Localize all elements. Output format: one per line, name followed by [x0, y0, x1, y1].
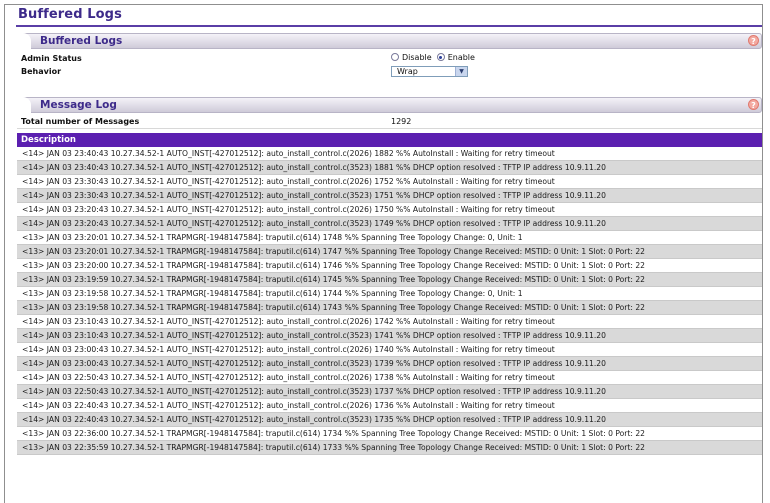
disable-radio[interactable] [391, 53, 399, 61]
buffered-logs-header: Buffered Logs ? [17, 33, 762, 49]
admin-status-label: Admin Status [21, 54, 82, 63]
log-row: <14> JAN 03 22:40:43 10.27.34.52-1 AUTO_… [17, 413, 762, 427]
chevron-down-icon[interactable]: ▼ [455, 67, 467, 76]
log-row: <14> JAN 03 23:10:43 10.27.34.52-1 AUTO_… [17, 315, 762, 329]
log-row: <14> JAN 03 23:20:43 10.27.34.52-1 AUTO_… [17, 217, 762, 231]
log-row: <13> JAN 03 23:20:01 10.27.34.52-1 TRAPM… [17, 245, 762, 259]
log-row: <13> JAN 03 22:35:59 10.27.34.52-1 TRAPM… [17, 441, 762, 455]
log-row: <14> JAN 03 23:00:43 10.27.34.52-1 AUTO_… [17, 357, 762, 371]
enable-radio-label: Enable [447, 53, 475, 62]
log-row: <14> JAN 03 22:40:43 10.27.34.52-1 AUTO_… [17, 399, 762, 413]
log-row: <14> JAN 03 23:10:43 10.27.34.52-1 AUTO_… [17, 329, 762, 343]
log-row: <14> JAN 03 23:30:43 10.27.34.52-1 AUTO_… [17, 175, 762, 189]
disable-radio-label: Disable [402, 53, 432, 62]
description-column-header: Description [17, 133, 762, 147]
title-rule [16, 25, 762, 27]
log-row: <14> JAN 03 22:50:43 10.27.34.52-1 AUTO_… [17, 371, 762, 385]
log-row: <14> JAN 03 23:00:43 10.27.34.52-1 AUTO_… [17, 343, 762, 357]
behavior-row: Behavior Wrap ▼ [17, 65, 762, 78]
admin-status-row: Admin Status Disable Enable [17, 52, 762, 65]
log-row: <14> JAN 03 23:40:43 10.27.34.52-1 AUTO_… [17, 161, 762, 175]
buffered-logs-section: Buffered Logs ? Admin Status Disable Enab… [17, 33, 762, 78]
behavior-select-value: Wrap [397, 67, 418, 76]
total-messages-label: Total number of Messages [21, 117, 140, 126]
log-row: <13> JAN 03 23:20:01 10.27.34.52-1 TRAPM… [17, 231, 762, 245]
log-list: <14> JAN 03 23:40:43 10.27.34.52-1 AUTO_… [17, 147, 762, 455]
page-title: Buffered Logs [18, 7, 122, 22]
help-icon[interactable]: ? [748, 35, 759, 46]
log-row: <13> JAN 03 23:20:00 10.27.34.52-1 TRAPM… [17, 259, 762, 273]
help-icon[interactable]: ? [748, 99, 759, 110]
buffered-logs-header-label: Buffered Logs [40, 35, 123, 47]
total-messages-row: Total number of Messages 1292 [17, 114, 762, 129]
message-log-section: Message Log ? Total number of Messages 1… [17, 97, 762, 455]
log-row: <14> JAN 03 22:50:43 10.27.34.52-1 AUTO_… [17, 385, 762, 399]
enable-radio[interactable] [436, 53, 445, 61]
behavior-label: Behavior [21, 67, 62, 76]
behavior-select[interactable]: Wrap ▼ [391, 66, 468, 77]
message-log-header-label: Message Log [40, 99, 117, 111]
total-messages-value: 1292 [391, 117, 412, 126]
log-row: <14> JAN 03 23:30:43 10.27.34.52-1 AUTO_… [17, 189, 762, 203]
log-row: <13> JAN 03 22:36:00 10.27.34.52-1 TRAPM… [17, 427, 762, 441]
log-row: <13> JAN 03 23:19:58 10.27.34.52-1 TRAPM… [17, 287, 762, 301]
log-row: <14> JAN 03 23:20:43 10.27.34.52-1 AUTO_… [17, 203, 762, 217]
log-row: <14> JAN 03 23:40:43 10.27.34.52-1 AUTO_… [17, 147, 762, 161]
admin-status-radios: Disable Enable [391, 53, 480, 62]
log-row: <13> JAN 03 23:19:58 10.27.34.52-1 TRAPM… [17, 301, 762, 315]
message-log-header: Message Log ? [17, 97, 762, 113]
log-row: <13> JAN 03 23:19:59 10.27.34.52-1 TRAPM… [17, 273, 762, 287]
